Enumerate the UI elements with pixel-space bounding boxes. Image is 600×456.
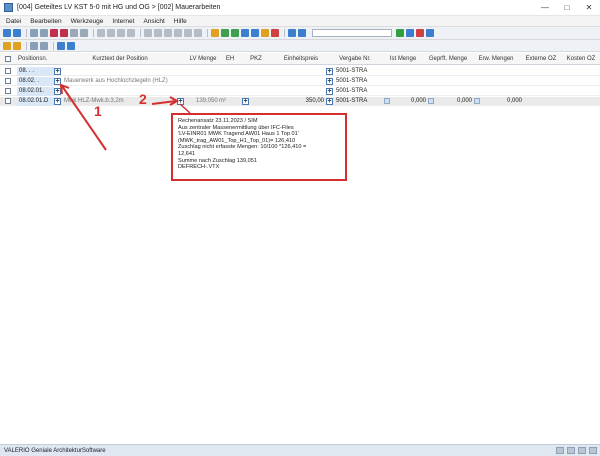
popup-line: DEFRECH-.VTX (178, 164, 220, 171)
popup-line: Summe nach Zuschlag 139,051 (178, 157, 257, 164)
popup-line: 'LV-EINR01 MWK Tragend AW01 Haus 1 Top 0… (178, 131, 299, 138)
status-first-icon[interactable] (556, 447, 564, 454)
annotation-overlay (59, 83, 191, 151)
annotation-marker-1: 1 (94, 103, 102, 119)
rechenansatz-popup: Rechenansatz 23.11.2023 / SIM Aus zentra… (171, 113, 347, 181)
popup-connector (179, 103, 191, 114)
status-text: VALERIO Geniale ArchitekturSoftware (4, 447, 106, 454)
status-next-icon[interactable] (578, 447, 586, 454)
status-last-icon[interactable] (589, 447, 597, 454)
popup-line: Zuschlag nicht erfasste Mengen: 10/100 *… (178, 144, 307, 151)
popup-line: Aus zentraler Massenermittlung über IFC-… (178, 124, 294, 131)
popup-line: 12,641 (178, 150, 196, 157)
status-prev-icon[interactable] (567, 447, 575, 454)
popup-line: (MWK_trag_AW01_Top_H1_Top_01)= 126,410 (178, 137, 296, 144)
status-bar: VALERIO Geniale ArchitekturSoftware (0, 444, 600, 456)
popup-line: Rechenansatz 23.11.2023 / SIM (178, 118, 258, 124)
annotation-marker-2: 2 (139, 91, 147, 107)
